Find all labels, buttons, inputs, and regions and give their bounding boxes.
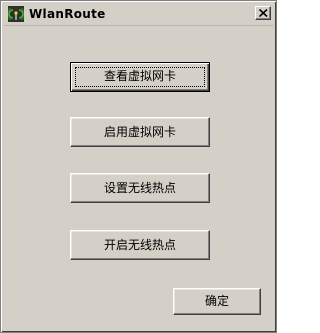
title-bar[interactable]: WlanRoute xyxy=(4,4,273,26)
start-hotspot-label: 开启无线热点 xyxy=(103,238,176,252)
window-title: WlanRoute xyxy=(29,7,106,21)
start-hotspot-button[interactable]: 开启无线热点 xyxy=(70,230,210,260)
close-icon xyxy=(259,9,268,17)
setup-hotspot-button[interactable]: 设置无线热点 xyxy=(70,173,210,203)
wireless-antenna-icon xyxy=(7,6,25,22)
enable-virtual-nic-button[interactable]: 启用虚拟网卡 xyxy=(70,117,210,147)
setup-hotspot-label: 设置无线热点 xyxy=(103,181,176,195)
ok-button[interactable]: 确定 xyxy=(173,288,261,315)
view-virtual-nic-label: 查看虚拟网卡 xyxy=(103,69,176,83)
app-window: WlanRoute 查看虚拟网卡 启用虚拟网卡 设置无线热点 开启无线热点 确定 xyxy=(0,0,277,333)
close-button[interactable] xyxy=(255,6,271,20)
enable-virtual-nic-label: 启用虚拟网卡 xyxy=(103,125,176,139)
ok-label: 确定 xyxy=(204,294,229,308)
view-virtual-nic-button[interactable]: 查看虚拟网卡 xyxy=(70,62,210,92)
